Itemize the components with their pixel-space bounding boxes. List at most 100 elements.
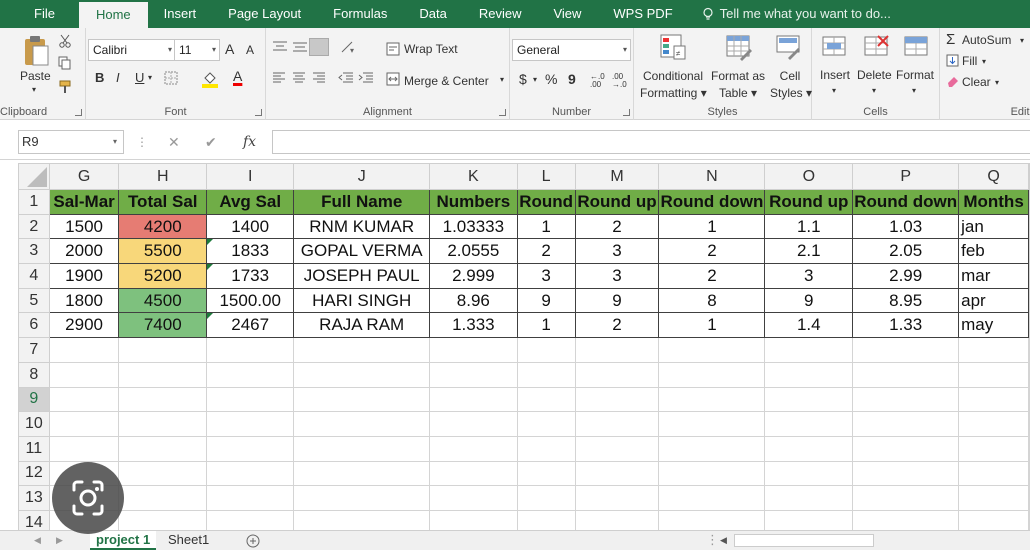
empty-cell[interactable] xyxy=(658,361,766,388)
insert-dropdown-icon[interactable]: ▾ xyxy=(832,86,836,95)
data-cell[interactable]: 1.1 xyxy=(764,213,854,240)
font-launcher-icon[interactable] xyxy=(255,109,262,116)
tab-review[interactable]: Review xyxy=(463,0,538,28)
merge-dropdown-icon[interactable]: ▾ xyxy=(500,75,504,84)
tab-page-layout[interactable]: Page Layout xyxy=(212,0,317,28)
empty-cell[interactable] xyxy=(206,509,295,530)
empty-cell[interactable] xyxy=(574,509,660,530)
empty-cell[interactable] xyxy=(574,460,660,487)
clear-dropdown-icon[interactable]: ▾ xyxy=(995,78,999,87)
data-cell[interactable]: 1.33 xyxy=(852,312,960,339)
empty-cell[interactable] xyxy=(1028,411,1030,437)
conditional-formatting-button[interactable]: Conditional Formatting ▾ xyxy=(640,68,707,102)
data-cell[interactable]: 1 xyxy=(658,213,766,240)
format-dropdown-icon[interactable]: ▾ xyxy=(912,86,916,95)
data-cell[interactable]: mar xyxy=(958,263,1029,289)
grow-font-button[interactable]: A xyxy=(225,41,234,57)
column-header[interactable]: H xyxy=(118,163,208,190)
column-header[interactable]: K xyxy=(429,163,518,190)
empty-cell[interactable] xyxy=(658,485,766,511)
number-format-select[interactable]: General ▾ xyxy=(512,39,631,61)
empty-cell[interactable] xyxy=(293,411,431,437)
data-cell[interactable]: 1 xyxy=(516,213,576,240)
insert-cells-icon[interactable] xyxy=(820,32,850,62)
data-cell[interactable]: 1400 xyxy=(206,213,295,240)
data-cell[interactable]: 2.1 xyxy=(764,238,854,265)
empty-cell[interactable] xyxy=(293,435,431,462)
header-cell[interactable]: Round up xyxy=(574,189,660,215)
header-cell[interactable]: Round up xyxy=(764,189,854,215)
font-name-select[interactable]: Calibri ▾ xyxy=(88,39,176,61)
increase-indent-icon[interactable] xyxy=(358,72,374,84)
empty-cell[interactable] xyxy=(1028,337,1030,363)
data-cell[interactable]: 1733 xyxy=(206,263,295,289)
data-cell[interactable]: RAJA RAM xyxy=(293,312,431,339)
formula-input[interactable] xyxy=(272,130,1030,154)
empty-cell[interactable] xyxy=(516,337,576,363)
row-header[interactable]: 2 xyxy=(18,213,50,240)
row-header[interactable]: 4 xyxy=(18,263,50,289)
increase-decimal-button[interactable]: ←.0 .00 xyxy=(590,73,610,89)
delete-button[interactable]: Delete xyxy=(857,68,892,82)
data-cell[interactable]: 4200 xyxy=(118,213,208,240)
empty-cell[interactable] xyxy=(429,460,518,487)
data-cell[interactable]: 2.999 xyxy=(429,263,518,289)
empty-cell[interactable] xyxy=(574,386,660,413)
tab-home[interactable]: Home xyxy=(78,2,148,28)
underline-dropdown-icon[interactable]: ▾ xyxy=(148,73,152,82)
empty-cell[interactable] xyxy=(206,460,295,487)
data-cell[interactable]: 9 xyxy=(764,287,854,314)
empty-cell[interactable] xyxy=(764,460,854,487)
empty-cell[interactable] xyxy=(764,361,854,388)
alignment-launcher-icon[interactable] xyxy=(499,109,506,116)
tab-view[interactable]: View xyxy=(537,0,597,28)
empty-cell[interactable] xyxy=(429,386,518,413)
data-cell[interactable]: 2.0555 xyxy=(429,238,518,265)
empty-cell[interactable] xyxy=(206,361,295,388)
empty-cell[interactable] xyxy=(429,509,518,530)
empty-cell[interactable] xyxy=(852,509,960,530)
empty-cell[interactable] xyxy=(516,386,576,413)
empty-cell[interactable] xyxy=(852,411,960,437)
empty-cell[interactable] xyxy=(852,361,960,388)
sheet-tab-sheet1[interactable]: Sheet1 xyxy=(162,531,215,550)
column-header[interactable]: I xyxy=(206,163,295,190)
empty-cell[interactable] xyxy=(429,485,518,511)
empty-cell[interactable] xyxy=(1028,460,1030,487)
tab-insert[interactable]: Insert xyxy=(148,0,213,28)
empty-cell[interactable] xyxy=(118,460,208,487)
empty-cell[interactable] xyxy=(658,411,766,437)
row-header[interactable]: 10 xyxy=(18,411,50,437)
empty-cell[interactable] xyxy=(48,361,120,388)
empty-cell[interactable] xyxy=(958,460,1029,487)
empty-cell[interactable] xyxy=(574,337,660,363)
empty-cell[interactable] xyxy=(1028,213,1030,240)
currency-button[interactable]: $ xyxy=(519,71,527,87)
header-cell[interactable]: Sal-Mar xyxy=(48,189,120,215)
empty-cell[interactable] xyxy=(293,386,431,413)
empty-cell[interactable] xyxy=(48,411,120,437)
align-bottom-icon[interactable] xyxy=(309,38,329,56)
align-left-icon[interactable] xyxy=(272,72,286,84)
empty-cell[interactable] xyxy=(118,485,208,511)
data-cell[interactable]: 8.95 xyxy=(852,287,960,314)
data-cell[interactable]: 3 xyxy=(764,263,854,289)
data-cell[interactable]: 2 xyxy=(658,238,766,265)
insert-function-button[interactable]: fx xyxy=(243,130,256,154)
data-cell[interactable]: 1.333 xyxy=(429,312,518,339)
empty-cell[interactable] xyxy=(574,411,660,437)
empty-cell[interactable] xyxy=(1028,509,1030,530)
empty-cell[interactable] xyxy=(206,435,295,462)
empty-cell[interactable] xyxy=(1028,386,1030,413)
merge-center-button[interactable]: Merge & Center xyxy=(404,74,489,88)
data-cell[interactable]: GOPAL VERMA xyxy=(293,238,431,265)
data-cell[interactable]: 1.4 xyxy=(764,312,854,339)
row-header[interactable]: 14 xyxy=(18,509,50,530)
tab-formulas[interactable]: Formulas xyxy=(317,0,403,28)
empty-cell[interactable] xyxy=(293,337,431,363)
bold-button[interactable]: B xyxy=(95,70,104,85)
empty-cell[interactable] xyxy=(764,386,854,413)
data-cell[interactable]: 3 xyxy=(574,263,660,289)
column-header[interactable]: G xyxy=(48,163,120,190)
empty-cell[interactable] xyxy=(293,361,431,388)
